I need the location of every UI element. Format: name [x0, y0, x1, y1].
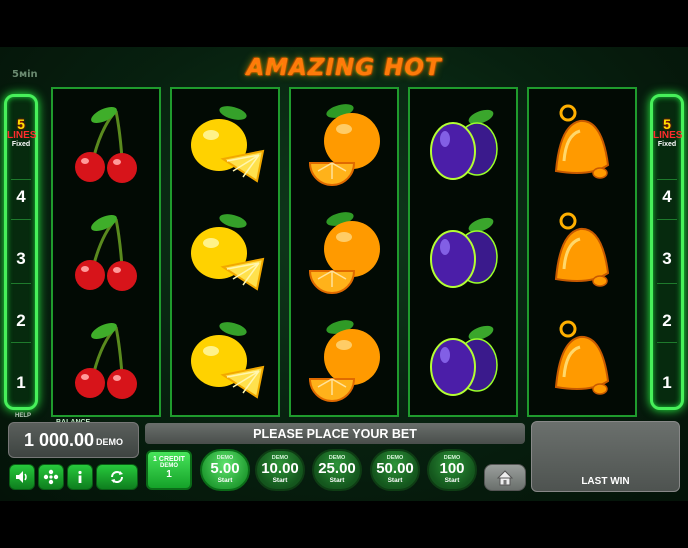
home-button[interactable] — [484, 464, 526, 491]
reel-symbol — [529, 308, 635, 416]
divider — [11, 283, 31, 284]
reel-symbol — [291, 92, 397, 200]
reel-symbol — [529, 92, 635, 200]
lines-indicator-right: 5 LINES Fixed — [653, 116, 683, 148]
divider — [657, 342, 677, 343]
payline-number-2[interactable]: 2 — [7, 311, 35, 331]
balance-currency: DEMO — [96, 437, 124, 447]
payline-panel-left: 5 LINES Fixed 4 3 2 1 — [4, 94, 38, 410]
reel-symbol — [53, 92, 159, 200]
plum-icon — [430, 325, 498, 396]
balance-display: 1 000.00 DEMO — [8, 422, 139, 458]
reel-1 — [51, 87, 161, 417]
payline-number-4[interactable]: 4 — [7, 187, 35, 207]
reel-5 — [527, 87, 637, 417]
reel-symbol — [410, 92, 516, 200]
lines-indicator-left: 5 LINES Fixed — [7, 116, 37, 148]
sound-button[interactable] — [9, 464, 35, 490]
bet-button-10[interactable]: DEMO 10.00 Start — [255, 449, 305, 491]
control-bar: BALANCE 1 000.00 DEMO PLEASE PLACE YOUR … — [0, 412, 688, 502]
reel-symbol — [529, 200, 635, 308]
divider — [657, 283, 677, 284]
bet-button-5[interactable]: DEMO 5.00 Start — [200, 449, 250, 491]
bell-icon — [554, 320, 610, 395]
bet-button-25[interactable]: DEMO 25.00 Start — [312, 449, 362, 491]
bet-start-label: Start — [387, 477, 403, 484]
reel-symbol — [53, 308, 159, 416]
bet-value: 50.00 — [376, 460, 414, 477]
payline-panel-right: 5 LINES Fixed 4 3 2 1 — [650, 94, 684, 410]
info-icon — [78, 470, 82, 483]
bet-value: 10.00 — [261, 460, 299, 477]
bet-value: 25.00 — [318, 460, 356, 477]
payline-number-1[interactable]: 1 — [7, 373, 35, 393]
lines-label: LINES — [653, 130, 683, 141]
credit-label: 1 CREDIT — [153, 456, 185, 463]
bet-start-label: Start — [217, 477, 233, 484]
lines-label: LINES — [7, 130, 37, 141]
reel-3 — [289, 87, 399, 417]
payline-number-1[interactable]: 1 — [653, 373, 681, 393]
divider — [11, 179, 31, 180]
cherry-icon — [75, 322, 137, 399]
divider — [657, 179, 677, 180]
lemon-icon — [191, 214, 265, 291]
bet-value: 5.00 — [210, 460, 240, 477]
divider — [11, 219, 31, 220]
credit-selector-button[interactable]: 1 CREDIT DEMO 1 — [146, 450, 192, 490]
settings-icon — [43, 469, 59, 485]
lines-count: 5 — [17, 116, 25, 132]
payline-number-3[interactable]: 3 — [653, 249, 681, 269]
reel-2 — [170, 87, 280, 417]
reel-symbol — [172, 308, 278, 416]
bell-icon — [554, 104, 610, 179]
game-title: AMAZING HOT — [246, 55, 442, 81]
divider — [657, 219, 677, 220]
orange-icon — [308, 320, 380, 402]
bell-icon — [554, 212, 610, 287]
bet-value: 100 — [439, 460, 465, 477]
bet-start-label: Start — [444, 477, 460, 484]
bet-start-label: Start — [272, 477, 288, 484]
orange-icon — [308, 212, 380, 294]
plum-icon — [430, 109, 498, 180]
reel-symbol — [291, 200, 397, 308]
reel-symbol — [172, 200, 278, 308]
bet-button-100[interactable]: DEMO 100 Start — [427, 449, 477, 491]
bet-button-50[interactable]: DEMO 50.00 Start — [370, 449, 420, 491]
reel-symbol — [53, 200, 159, 308]
autoplay-button[interactable] — [96, 464, 138, 490]
balance-value: 1 000.00 — [23, 429, 95, 450]
cherry-icon — [75, 214, 137, 291]
bet-start-label: Start — [329, 477, 345, 484]
payline-number-4[interactable]: 4 — [653, 187, 681, 207]
payline-number-3[interactable]: 3 — [7, 249, 35, 269]
reel-symbol — [291, 308, 397, 416]
plum-icon — [430, 217, 498, 288]
last-win-label: LAST WIN — [581, 476, 630, 487]
reel-symbol — [410, 200, 516, 308]
lines-count: 5 — [663, 116, 671, 132]
settings-button[interactable] — [38, 464, 64, 490]
payline-number-2[interactable]: 2 — [653, 311, 681, 331]
credit-value: 1 — [166, 469, 172, 480]
autoplay-icon — [111, 471, 123, 483]
sound-icon — [16, 471, 27, 483]
cherry-icon — [75, 106, 137, 183]
reel-symbol — [410, 308, 516, 416]
orange-icon — [308, 104, 380, 186]
lines-fixed-label: Fixed — [11, 141, 31, 148]
lines-fixed-label: Fixed — [657, 141, 677, 148]
lemon-icon — [191, 322, 265, 399]
reel-4 — [408, 87, 518, 417]
last-win-display: LAST WIN — [531, 421, 680, 492]
reel-symbol — [172, 92, 278, 200]
info-button[interactable] — [67, 464, 93, 490]
status-message: PLEASE PLACE YOUR BET — [145, 423, 525, 444]
lemon-icon — [191, 106, 265, 183]
divider — [11, 342, 31, 343]
home-icon — [496, 469, 514, 485]
